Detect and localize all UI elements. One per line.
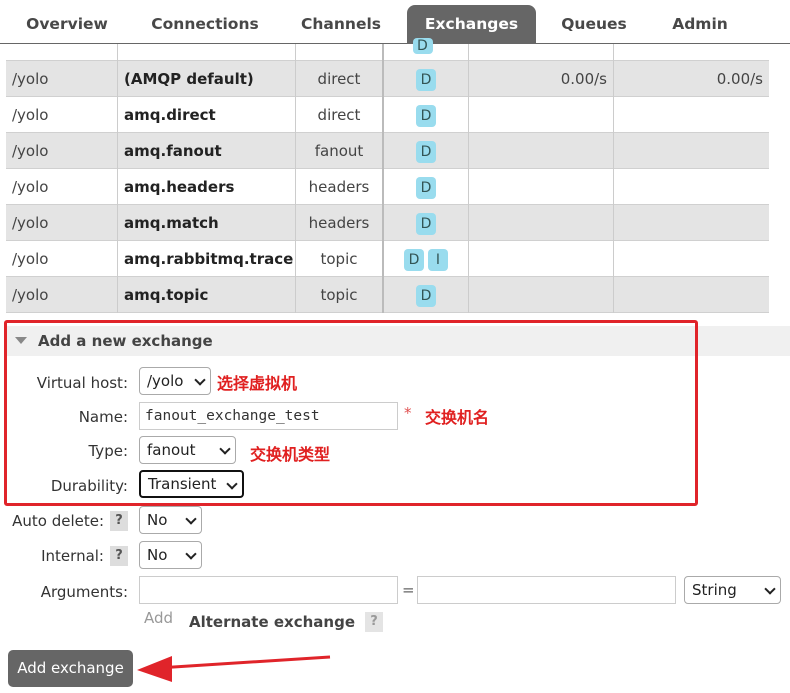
annotation-arrow-icon — [137, 655, 331, 682]
